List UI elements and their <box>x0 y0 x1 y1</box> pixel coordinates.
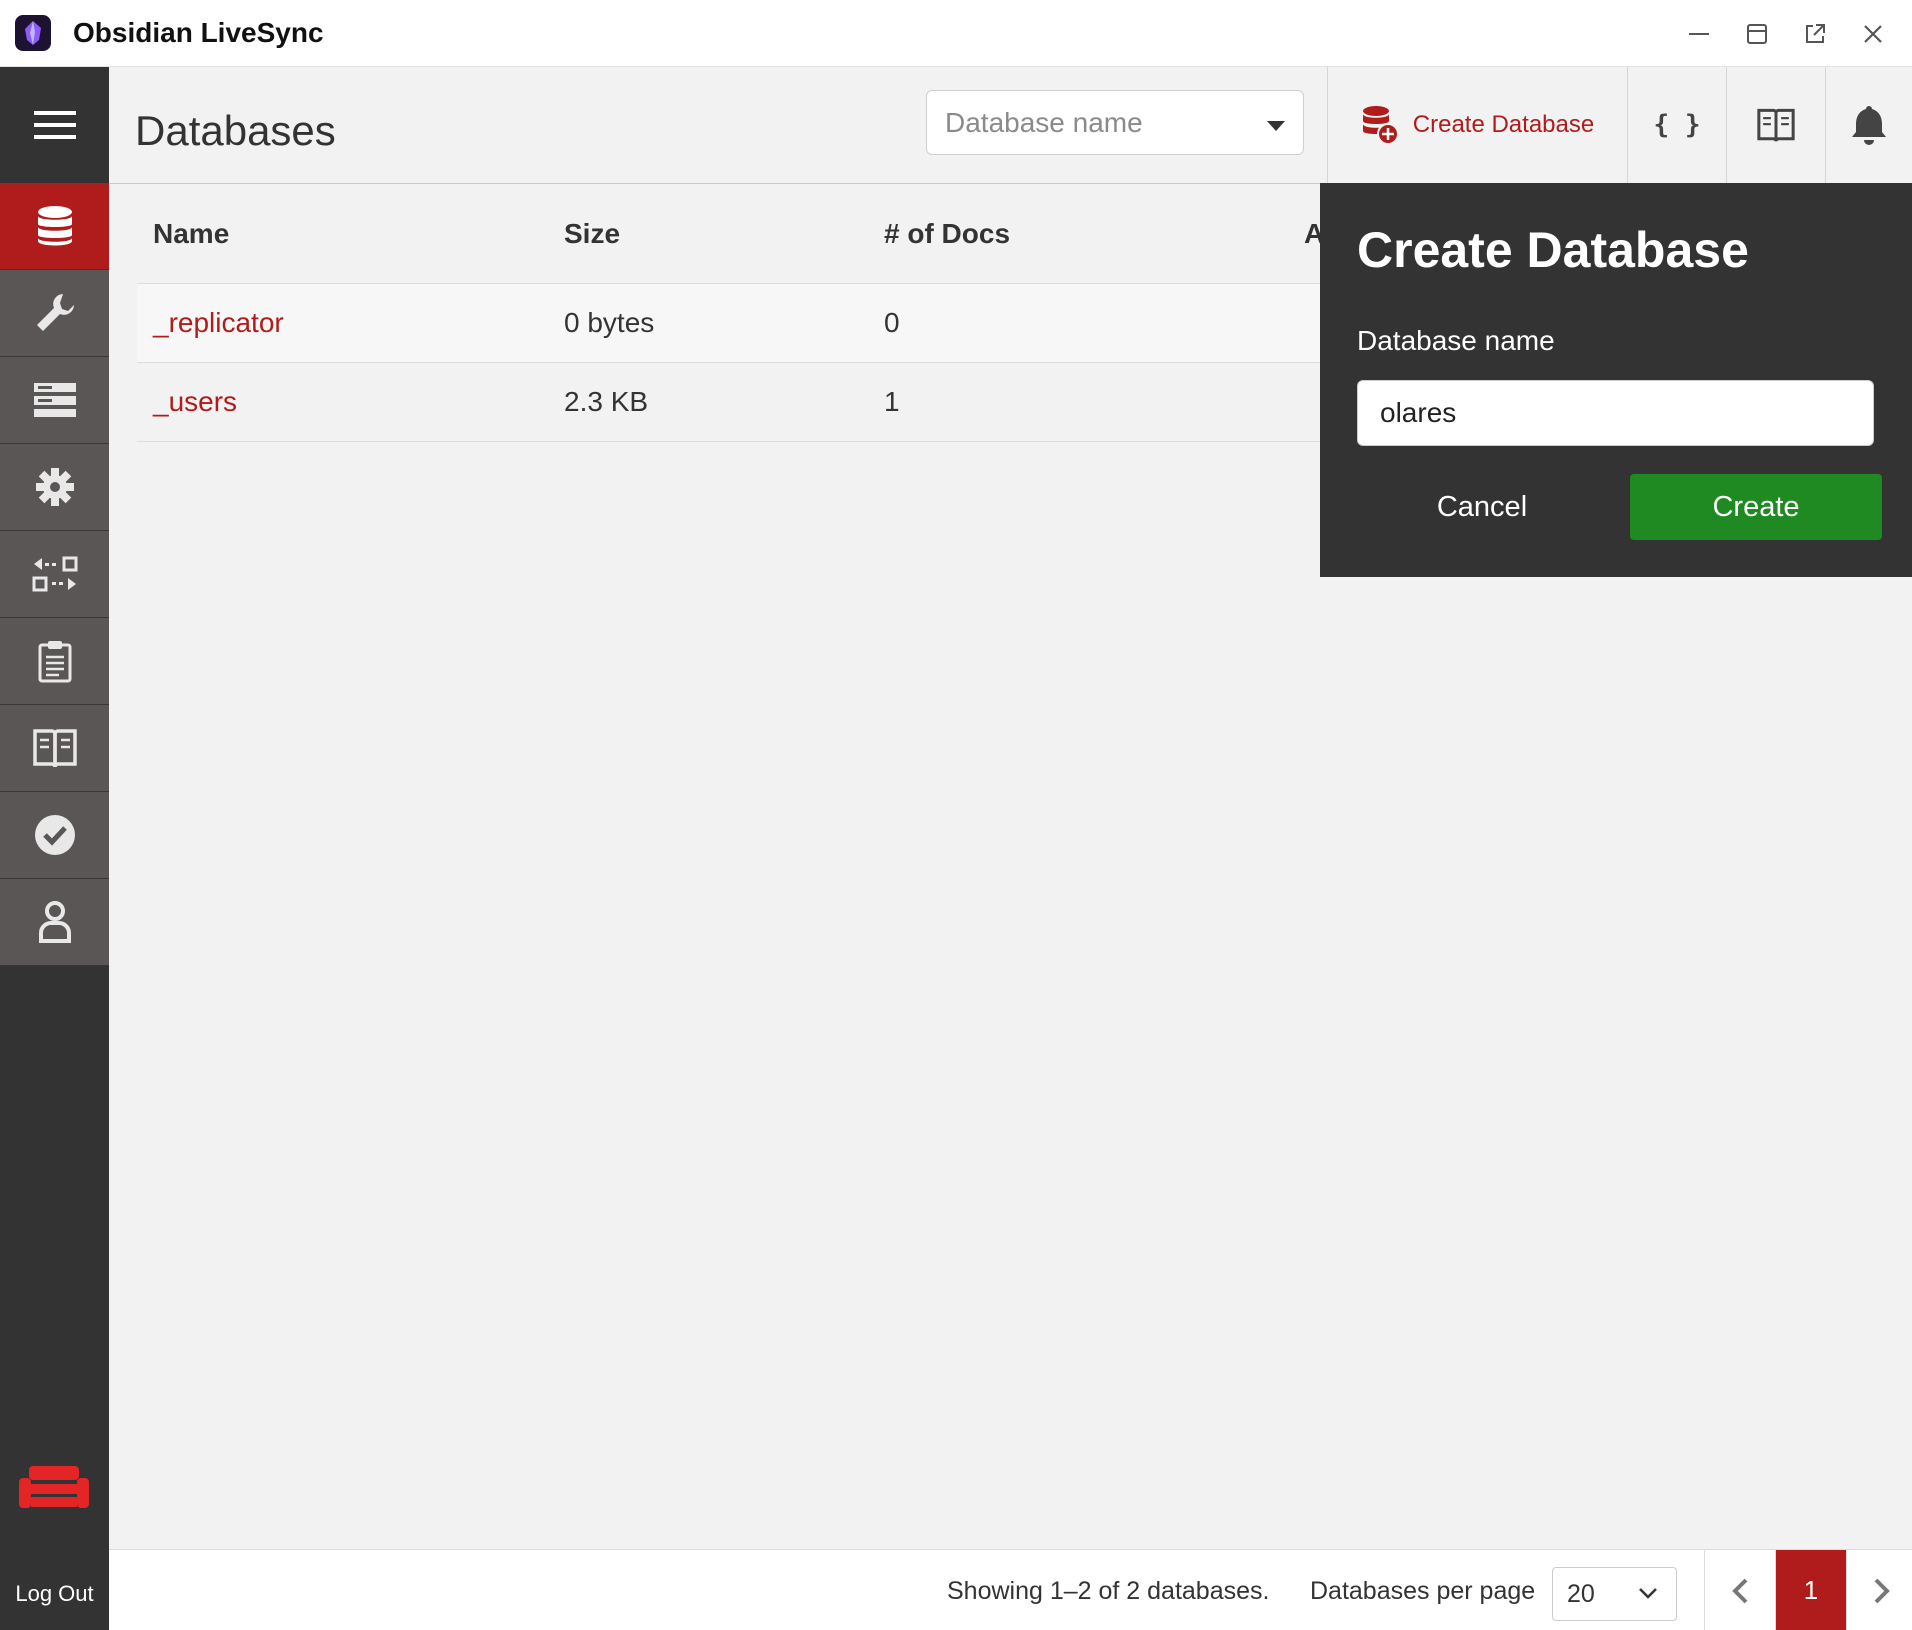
replicate-icon <box>32 556 77 592</box>
database-doc-count: 0 <box>884 307 900 338</box>
obsidian-logo-icon <box>15 15 51 51</box>
database-doc-count: 1 <box>884 386 900 417</box>
clipboard-icon <box>38 641 71 683</box>
sidebar-item-documentation[interactable] <box>0 705 109 792</box>
popout-button[interactable] <box>1786 5 1844 63</box>
external-link-icon <box>1806 23 1825 43</box>
table-header: Name Size # of Docs A <box>137 184 1327 284</box>
hamburger-menu-button[interactable] <box>0 67 109 183</box>
create-database-label: Create Database <box>1412 111 1595 138</box>
table-row: _users 2.3 KB 1 <box>137 363 1327 442</box>
pager: 1 <box>1704 1550 1912 1630</box>
maximize-icon <box>1747 23 1767 44</box>
sidebar-item-setup[interactable] <box>0 270 109 357</box>
book-icon <box>1757 108 1795 142</box>
table-row: _replicator 0 bytes 0 <box>137 284 1327 363</box>
database-select-placeholder: Database name <box>945 106 1143 138</box>
title-bar: Obsidian LiveSync <box>0 0 1912 67</box>
database-jump-select[interactable]: Database name <box>926 90 1304 155</box>
sidebar-item-active-tasks[interactable] <box>0 357 109 444</box>
per-page-select[interactable]: 20 <box>1552 1567 1677 1621</box>
per-page-label: Databases per page <box>1310 1577 1536 1605</box>
sidebar-item-active-tasks-list[interactable] <box>0 618 109 705</box>
gear-icon <box>35 468 74 506</box>
page-button-current[interactable]: 1 <box>1775 1550 1846 1630</box>
database-icon <box>37 206 72 246</box>
database-size: 0 bytes <box>564 307 655 338</box>
databases-table: Name Size # of Docs A _replicator 0 byte… <box>137 184 1327 442</box>
user-icon <box>38 901 71 943</box>
column-header-size[interactable]: Size <box>564 218 884 250</box>
notifications-button[interactable] <box>1825 67 1912 183</box>
caret-down-icon <box>1267 121 1285 131</box>
json-braces-icon: { } <box>1653 110 1701 140</box>
bell-icon <box>1852 106 1886 145</box>
database-name-input[interactable]: olares <box>1357 380 1874 446</box>
chevron-right-icon <box>1874 1578 1890 1603</box>
wrench-icon <box>36 294 74 331</box>
sidebar-item-databases[interactable] <box>0 183 109 270</box>
database-link[interactable]: _replicator <box>153 307 284 338</box>
chevron-down-icon <box>1639 1588 1657 1599</box>
page-title: Databases <box>135 107 336 154</box>
database-add-icon <box>1362 106 1399 145</box>
app-title: Obsidian LiveSync <box>73 17 324 48</box>
column-header-docs[interactable]: # of Docs <box>884 218 1304 250</box>
database-name-label: Database name <box>1357 325 1555 356</box>
documentation-button[interactable] <box>1726 67 1825 183</box>
sidebar-item-verify[interactable] <box>0 792 109 879</box>
api-json-button[interactable]: { } <box>1627 67 1726 183</box>
create-database-button[interactable]: Create Database <box>1327 67 1627 183</box>
couchdb-logo-icon <box>19 1464 89 1514</box>
hamburger-icon <box>33 111 76 139</box>
close-button[interactable] <box>1844 5 1902 63</box>
create-database-popover: Create Database Database name olares Can… <box>1320 183 1912 577</box>
sidebar-item-user[interactable] <box>0 879 109 966</box>
logout-link[interactable]: Log Out <box>0 1581 109 1607</box>
column-header-name[interactable]: Name <box>137 218 564 250</box>
sidebar: Log Out <box>0 67 109 1630</box>
cancel-button[interactable]: Cancel <box>1357 474 1607 540</box>
minimize-icon <box>1689 32 1709 35</box>
next-page-button[interactable] <box>1846 1550 1912 1630</box>
book-icon <box>32 729 77 768</box>
per-page-value: 20 <box>1567 1579 1595 1608</box>
window-controls <box>1670 0 1902 67</box>
sidebar-item-config[interactable] <box>0 444 109 531</box>
chevron-left-icon <box>1732 1578 1748 1603</box>
check-circle-icon <box>34 815 75 855</box>
popover-title: Create Database <box>1357 222 1749 278</box>
server-icon <box>33 383 76 417</box>
close-icon <box>1864 24 1882 43</box>
database-link[interactable]: _users <box>153 386 237 417</box>
create-button[interactable]: Create <box>1630 474 1882 540</box>
pagination-footer: Showing 1–2 of 2 databases. Databases pe… <box>109 1549 1912 1630</box>
page-header: Databases Database name Create Database … <box>109 67 1912 184</box>
prev-page-button[interactable] <box>1704 1550 1775 1630</box>
showing-count: Showing 1–2 of 2 databases. <box>947 1577 1270 1605</box>
minimize-button[interactable] <box>1670 5 1728 63</box>
sidebar-item-replication[interactable] <box>0 531 109 618</box>
database-size: 2.3 KB <box>564 386 649 417</box>
maximize-button[interactable] <box>1728 5 1786 63</box>
